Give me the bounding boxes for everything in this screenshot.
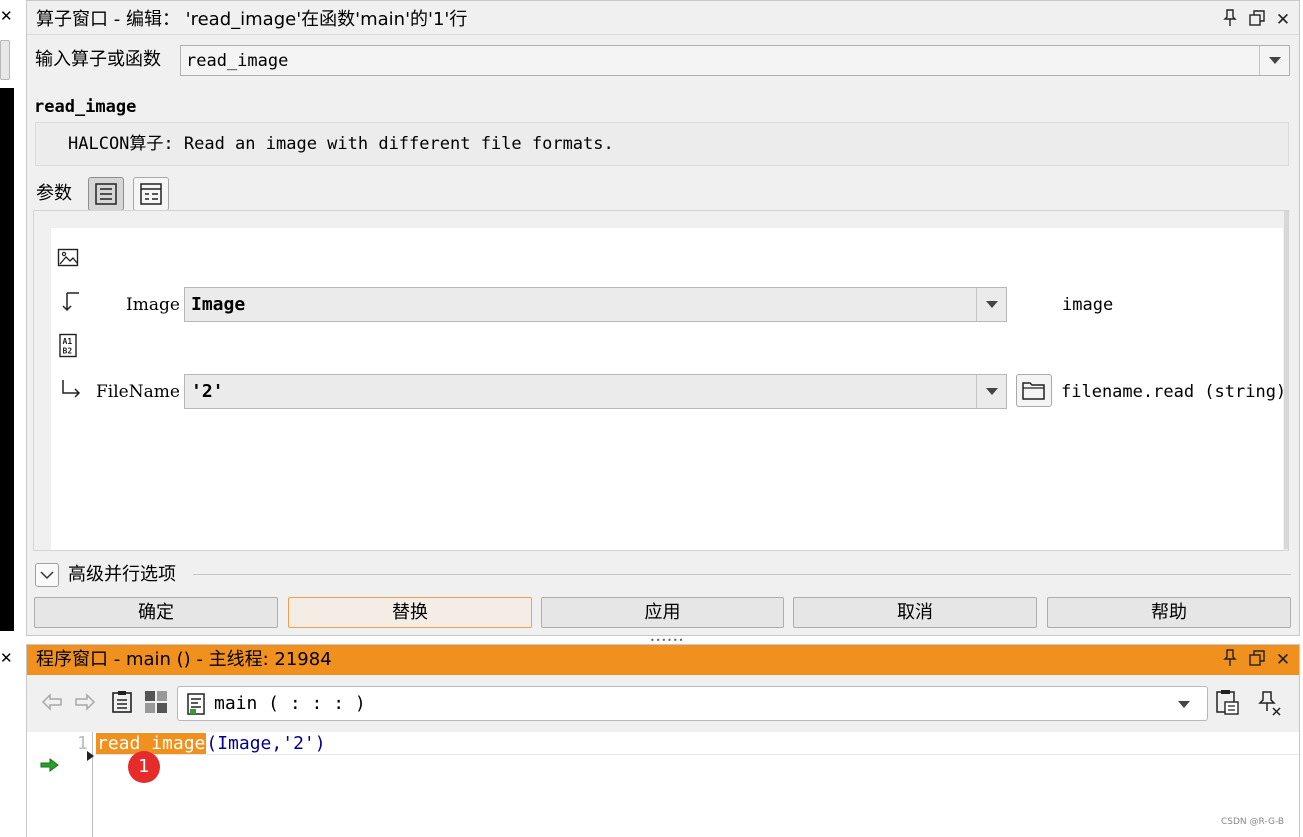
string-type-icon: A1 B2 [58,333,80,364]
chevron-down-icon [1178,701,1190,708]
parameters-label: 参数 [36,183,72,204]
back-arrow-icon[interactable] [39,690,65,716]
window-splitter-handle[interactable]: •••••• [650,637,683,645]
parameters-scrollbar[interactable] [1284,211,1288,549]
param-filename-dropdown[interactable] [976,375,1006,408]
callout-badge: 1 [128,751,160,783]
watermark: CSDN @R-G-B [1221,817,1285,827]
grid-view-icon[interactable] [143,689,169,715]
left-panel-button[interactable] [0,40,10,80]
procedure-selector[interactable]: main ( : : : ) [177,686,1208,721]
pin-icon[interactable] [1219,9,1241,31]
code-gutter: 1 [27,732,95,837]
input-param-arrow-icon [59,378,83,405]
code-arguments[interactable]: (Image,'2') [206,733,325,754]
code-line[interactable]: read_image(Image,'2') [96,733,326,755]
parameters-panel: Image Image image A1 B2 FileName '2' fil… [33,210,1289,551]
replace-button[interactable]: 替换 [288,597,532,628]
operator-input[interactable]: read_image [180,45,1290,76]
operator-window: 算子窗口 - 编辑： 'read_image'在函数'main'的'1'行 ✕ … [26,0,1300,636]
close-icon[interactable]: ✕ [1272,649,1294,671]
apply-button[interactable]: 应用 [541,597,784,628]
help-button[interactable]: 帮助 [1047,597,1291,628]
operator-description-box: HALCON算子: Read an image with different f… [35,122,1289,166]
ok-button[interactable]: 确定 [34,597,278,628]
pin-icon[interactable] [1219,649,1241,671]
advanced-options-toggle[interactable] [35,563,59,587]
operator-name: read_image [34,97,137,117]
cancel-button[interactable]: 取消 [793,597,1037,628]
operator-window-titlebar[interactable]: 算子窗口 - 编辑： 'read_image'在函数'main'的'1'行 ✕ [27,5,1299,35]
insert-cursor-icon [87,746,95,766]
param-combo-filename[interactable]: '2' [184,374,1007,409]
left-panel-close-icon[interactable]: ✕ [0,8,13,24]
program-window: 程序窗口 - main () - 主线程: 21984 ✕ main ( : :… [26,644,1300,837]
param-value-image: Image [191,294,246,315]
advanced-options-divider [193,574,1291,575]
chevron-down-icon [1269,57,1281,64]
program-window-titlebar[interactable]: 程序窗口 - main () - 主线程: 21984 ✕ [27,645,1299,675]
operator-input-label: 输入算子或函数 [35,49,161,70]
list-view-button[interactable] [88,177,124,211]
left-panel-close-icon-2[interactable]: ✕ [0,650,13,666]
procedure-list-icon[interactable] [1213,689,1239,715]
code-operator[interactable]: read_image [96,733,207,754]
code-editor[interactable]: 1 read_image(Image,'2') 1 [27,732,1299,837]
svg-text:A1: A1 [63,337,73,346]
param-label-filename: FileName [96,382,180,402]
advanced-options-row: 高级并行选项 [35,563,1291,589]
clipboard-icon[interactable] [109,689,135,715]
param-type-filename: filename.read (string) [1061,382,1287,402]
operator-input-value: read_image [186,51,289,71]
param-label-image: Image [126,295,180,315]
folder-icon [1022,382,1045,400]
table-view-button[interactable] [133,177,169,211]
program-counter-icon [39,757,61,772]
param-value-filename: '2' [191,381,224,402]
program-toolbar: main ( : : : ) [27,675,1299,732]
program-window-title: 程序窗口 - main () - 主线程: 21984 [36,649,332,670]
browse-file-button[interactable] [1016,374,1052,407]
chevron-down-icon [986,388,998,395]
operator-window-title: 算子窗口 - 编辑： 'read_image'在函数'main'的'1'行 [36,9,468,30]
forward-arrow-icon[interactable] [72,690,98,716]
operator-description: HALCON算子: Read an image with different f… [68,134,614,154]
parameters-list: Image Image image A1 B2 FileName '2' fil… [51,228,1287,550]
float-window-icon[interactable] [1246,649,1268,671]
image-type-icon [57,248,79,273]
chevron-down-icon [40,571,54,580]
operator-input-dropdown[interactable] [1259,46,1289,75]
param-image-dropdown[interactable] [976,288,1006,321]
chevron-down-icon [986,301,998,308]
clear-breakpoint-icon[interactable] [1255,689,1281,716]
param-combo-image[interactable]: Image [184,287,1007,322]
procedure-icon [186,692,208,721]
float-window-icon[interactable] [1246,9,1268,31]
svg-text:B2: B2 [63,347,73,356]
left-panel-graphics [0,88,14,631]
close-icon[interactable]: ✕ [1272,9,1294,31]
param-type-image: image [1062,295,1114,315]
advanced-options-label: 高级并行选项 [68,564,176,585]
procedure-name: main ( : : : ) [214,693,366,714]
output-param-arrow-icon [59,291,81,318]
